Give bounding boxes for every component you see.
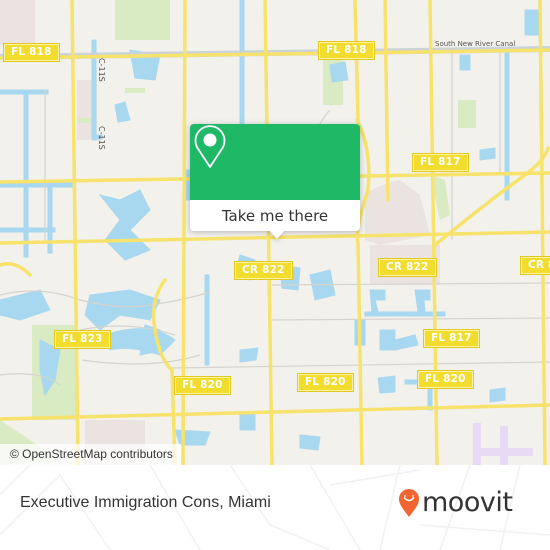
canal-label-south-new-river: South New River Canal <box>435 40 516 48</box>
footer: Executive Immigration Cons, Miami moovit <box>0 465 550 550</box>
location-pin-icon <box>194 125 226 168</box>
road-label-fl818: FL 818 <box>3 43 60 62</box>
canal-label-c11s: C-11S <box>97 58 106 82</box>
road-label-fl818: FL 818 <box>318 41 375 60</box>
road-label-cr822: CR 822 <box>234 261 293 280</box>
place-name: Executive Immigration Cons, Miami <box>20 494 271 511</box>
restricted-area <box>473 423 533 465</box>
destination-popup: Take me there <box>190 124 360 239</box>
road-label-fl817: FL 817 <box>412 153 469 172</box>
take-me-there-button[interactable]: Take me there <box>190 200 360 231</box>
road-label-fl817: FL 817 <box>423 329 480 348</box>
popup-header <box>190 124 360 200</box>
road-label-fl820: FL 820 <box>417 370 474 389</box>
map-attribution[interactable]: © OpenStreetMap contributors <box>0 444 181 465</box>
canal-label-c11s: C-11S <box>97 126 106 150</box>
road-label-fl820: FL 820 <box>297 373 354 392</box>
moovit-pin-icon <box>399 489 419 517</box>
road-label-cr822: CR 822 <box>520 256 550 275</box>
popup-tail <box>269 230 285 239</box>
moovit-wordmark: moovit <box>422 487 513 518</box>
moovit-logo[interactable]: moovit <box>398 487 513 518</box>
road-label-fl823: FL 823 <box>54 330 111 349</box>
road-label-cr822: CR 822 <box>378 258 437 277</box>
road-label-fl820: FL 820 <box>174 376 231 395</box>
map[interactable]: FL 818 FL 818 FL 817 FL 817 CR 822 CR 82… <box>0 0 550 465</box>
